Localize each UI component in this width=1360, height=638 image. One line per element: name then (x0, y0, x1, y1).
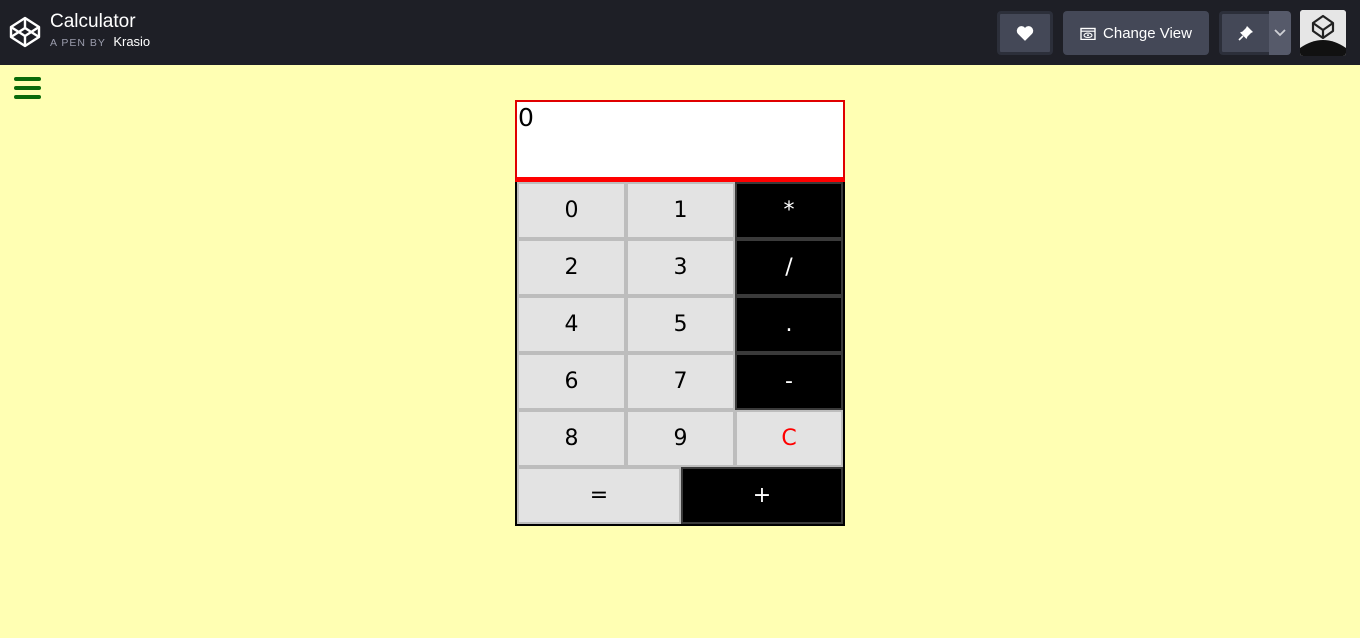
chevron-down-icon (1274, 29, 1286, 37)
key-7[interactable]: 7 (626, 353, 735, 410)
menu-bar (14, 86, 41, 90)
pin-dropdown-button[interactable] (1269, 11, 1291, 55)
menu-bar (14, 77, 41, 81)
key-5[interactable]: 5 (626, 296, 735, 353)
like-button[interactable] (997, 11, 1053, 55)
key-8[interactable]: 8 (517, 410, 626, 467)
key-6[interactable]: 6 (517, 353, 626, 410)
menu-bar (14, 95, 41, 99)
change-view-label: Change View (1103, 24, 1192, 42)
key-equals[interactable]: = (517, 467, 681, 524)
pin-icon (1237, 26, 1253, 41)
key-1[interactable]: 1 (626, 182, 735, 239)
key-4[interactable]: 4 (517, 296, 626, 353)
pen-title-block: Calculator A PEN BY Krasio (50, 11, 150, 51)
heart-icon (1016, 26, 1034, 41)
key-3[interactable]: 3 (626, 239, 735, 296)
key-multiply[interactable]: * (735, 182, 843, 239)
avatar[interactable] (1300, 10, 1346, 56)
change-view-button[interactable]: Change View (1063, 11, 1209, 55)
menu-icon[interactable] (14, 77, 41, 99)
calculator: 0 0 1 * 2 3 / 4 5 . 6 7 - 8 9 C = + (515, 100, 845, 526)
codepen-logo-icon[interactable] (9, 16, 41, 48)
key-decimal[interactable]: . (735, 296, 843, 353)
pin-button[interactable] (1219, 11, 1269, 55)
key-clear[interactable]: C (735, 410, 843, 467)
pen-by-label: A PEN BY (50, 37, 106, 49)
key-2[interactable]: 2 (517, 239, 626, 296)
codepen-header: Calculator A PEN BY Krasio Change View (0, 0, 1360, 65)
key-divide[interactable]: / (735, 239, 843, 296)
key-add[interactable]: + (681, 467, 843, 524)
change-view-icon (1080, 27, 1096, 40)
key-0[interactable]: 0 (517, 182, 626, 239)
avatar-image (1300, 10, 1346, 56)
key-subtract[interactable]: - (735, 353, 843, 410)
calculator-display: 0 (515, 100, 845, 182)
key-9[interactable]: 9 (626, 410, 735, 467)
pen-title[interactable]: Calculator (50, 11, 150, 33)
pen-author-link[interactable]: Krasio (113, 34, 150, 49)
